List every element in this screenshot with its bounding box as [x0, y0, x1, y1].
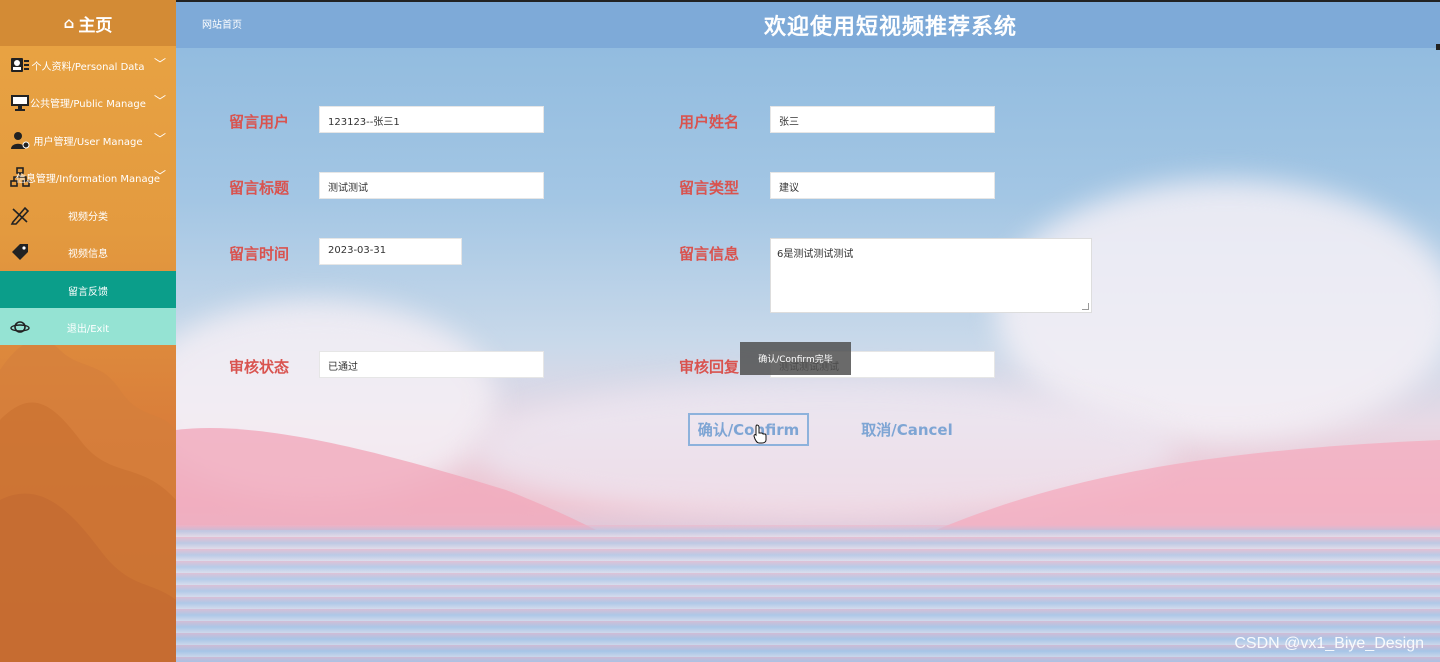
- status-label: 审核状态: [229, 358, 290, 376]
- confirm-button[interactable]: 确认/Confirm: [688, 413, 809, 446]
- sidebar-home-label: 主页: [78, 15, 113, 36]
- chevron-down-icon: ﹀: [153, 132, 166, 146]
- sidebar: ⌂ 主页 个人资料/Personal Data ﹀ 公共管理/Public Ma…: [0, 0, 176, 662]
- user-label: 留言用户: [229, 113, 290, 131]
- sidebar-item-personal-data[interactable]: 个人资料/Personal Data ﹀: [0, 46, 176, 83]
- sidebar-item-message-feedback[interactable]: 留言反馈: [0, 271, 176, 308]
- sidebar-item-label: 信息管理/Information Manage: [15, 174, 161, 185]
- sidebar-item-label: 视频分类: [68, 212, 108, 223]
- chevron-down-icon: ﹀: [153, 57, 166, 71]
- type-field[interactable]: 建议: [770, 172, 995, 199]
- chevron-down-icon: ﹀: [153, 169, 166, 183]
- reply-label: 审核回复: [679, 358, 740, 376]
- sidebar-item-exit[interactable]: 退出/Exit: [0, 308, 176, 345]
- user-field[interactable]: 123123--张三1: [319, 106, 544, 133]
- name-field[interactable]: 张三: [770, 106, 995, 133]
- sidebar-item-video-category[interactable]: 视频分类: [0, 196, 176, 233]
- sidebar-item-label: 公共管理/Public Manage: [30, 99, 146, 110]
- hand-cursor-icon: [753, 424, 767, 444]
- home-icon: ⌂: [63, 14, 75, 32]
- sidebar-item-public-manage[interactable]: 公共管理/Public Manage ﹀: [0, 83, 176, 120]
- message-label: 留言信息: [679, 245, 740, 263]
- subject-field[interactable]: 测试测试: [319, 172, 544, 199]
- time-field[interactable]: 2023-03-31: [319, 238, 462, 265]
- tooltip: 确认/Confirm完毕: [740, 342, 851, 375]
- mountain-decoration: [0, 339, 176, 662]
- message-text: 6是测试测试测试: [777, 249, 854, 260]
- name-label: 用户姓名: [679, 113, 740, 131]
- subject-label: 留言标题: [229, 179, 290, 197]
- breadcrumb[interactable]: 网站首页: [202, 16, 242, 31]
- edge-marker: [1436, 44, 1440, 50]
- sidebar-item-video-info[interactable]: 视频信息: [0, 233, 176, 270]
- resize-handle[interactable]: [1082, 303, 1089, 310]
- sidebar-item-label: 留言反馈: [68, 287, 108, 298]
- sidebar-item-label: 视频信息: [68, 249, 108, 260]
- sidebar-item-user-manage[interactable]: 用户管理/User Manage ﹀: [0, 121, 176, 158]
- sidebar-item-label: 退出/Exit: [66, 324, 110, 335]
- message-textarea[interactable]: 6是测试测试测试: [770, 238, 1092, 313]
- sidebar-item-label: 个人资料/Personal Data: [31, 62, 145, 73]
- type-label: 留言类型: [679, 179, 740, 197]
- sidebar-item-information-manage[interactable]: 信息管理/Information Manage ﹀: [0, 158, 176, 195]
- cancel-button[interactable]: 取消/Cancel: [840, 413, 974, 446]
- sidebar-item-label: 用户管理/User Manage: [33, 137, 143, 148]
- watermark: CSDN @vx1_Biye_Design: [1234, 635, 1424, 652]
- time-label: 留言时间: [229, 245, 290, 263]
- top-bar: 网站首页 欢迎使用短视频推荐系统: [176, 0, 1440, 48]
- page-title: 欢迎使用短视频推荐系统: [764, 15, 1018, 40]
- status-field[interactable]: 已通过: [319, 351, 544, 378]
- chevron-down-icon: ﹀: [153, 94, 166, 108]
- main-content: 网站首页 欢迎使用短视频推荐系统 留言用户 123123--张三1 用户姓名 张…: [176, 0, 1440, 662]
- sidebar-home[interactable]: ⌂ 主页: [0, 0, 176, 46]
